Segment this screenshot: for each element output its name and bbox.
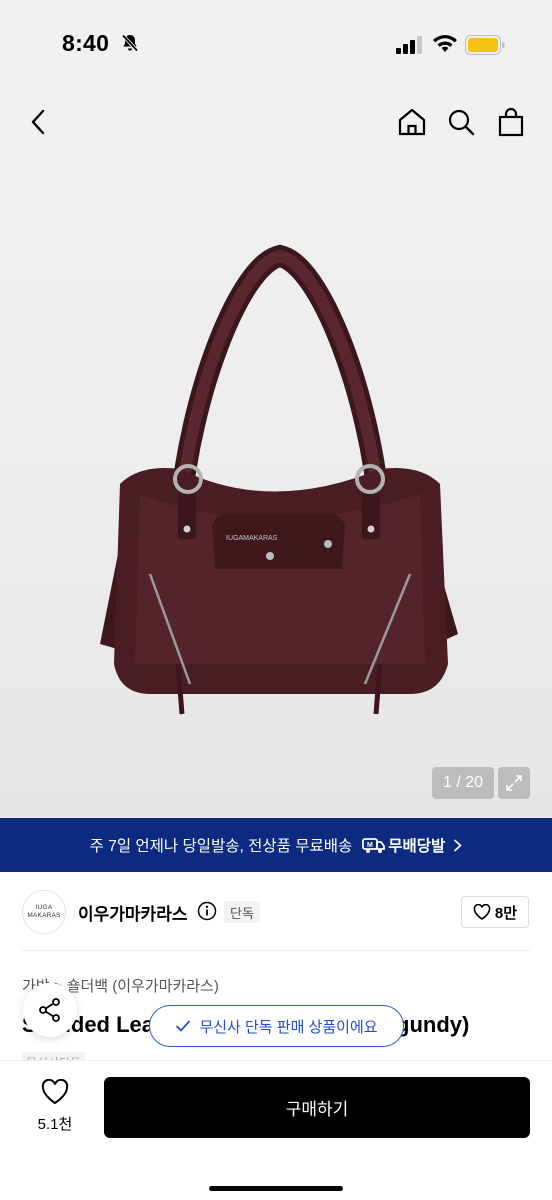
product-image-gallery[interactable]: IUGAMAKARAS AI 1 / 20 [0, 154, 552, 818]
wishlist-count: 5.1천 [37, 1116, 73, 1133]
product-image: IUGAMAKARAS [100, 244, 458, 715]
cellular-signal-icon [396, 36, 422, 54]
heart-icon [473, 904, 491, 920]
chevron-left-icon [31, 109, 45, 135]
brand-logo-line1: IUGA [35, 904, 53, 911]
expand-button[interactable] [498, 767, 530, 799]
wishlist-button[interactable]: 5.1천 [30, 1079, 80, 1139]
toast-text: 무신사 단독 판매 상품이에요 [199, 1018, 378, 1036]
bottom-action-bar: 5.1천 구매하기 [0, 1060, 552, 1200]
bell-slash-icon [121, 34, 139, 52]
brand-like-count: 8만 [494, 904, 518, 922]
expand-icon [506, 775, 522, 791]
home-icon [398, 108, 426, 136]
wifi-icon [433, 35, 457, 52]
share-button[interactable] [23, 983, 77, 1037]
brand-logo-line2: MAKARAS [27, 912, 61, 919]
brand-name[interactable]: 이우가마카라스 [78, 900, 187, 925]
banner-badge-label: 무배당발 [388, 838, 446, 855]
truck-icon: M [362, 838, 386, 853]
banner-text: 주 7일 언제나 당일발송, 전상품 무료배송 [89, 838, 353, 855]
exclusive-badge: 단독 [224, 901, 260, 923]
cart-button[interactable] [493, 104, 529, 140]
status-time: 8:40 [62, 30, 110, 56]
search-button[interactable] [443, 104, 479, 140]
search-icon [448, 109, 475, 136]
chevron-right-icon [454, 838, 463, 852]
status-bar: 8:40 [0, 0, 552, 90]
shopping-bag-icon [498, 107, 524, 137]
back-button[interactable] [20, 104, 56, 140]
home-button[interactable] [394, 104, 430, 140]
divider [22, 950, 530, 951]
buy-button[interactable]: 구매하기 [104, 1077, 530, 1138]
image-counter: 1 / 20 [432, 767, 494, 799]
top-nav-bar [0, 90, 552, 154]
battery-icon [465, 35, 505, 55]
brand-like-button[interactable]: 8만 [461, 896, 529, 928]
share-icon [39, 998, 60, 1022]
svg-text:M: M [367, 842, 373, 849]
svg-text:IUGAMAKARAS: IUGAMAKARAS [226, 535, 278, 542]
shipping-banner[interactable]: 주 7일 언제나 당일발송, 전상품 무료배송 M 무배당발 [0, 818, 552, 872]
home-indicator [209, 1186, 343, 1191]
heart-icon [41, 1079, 69, 1105]
brand-logo[interactable]: IUGA MAKARAS [22, 890, 66, 934]
check-icon [176, 1020, 191, 1032]
exclusive-toast: 무신사 단독 판매 상품이에요 [149, 1005, 404, 1047]
banner-badge: M 무배당발 [362, 834, 445, 856]
info-icon[interactable] [197, 901, 217, 921]
